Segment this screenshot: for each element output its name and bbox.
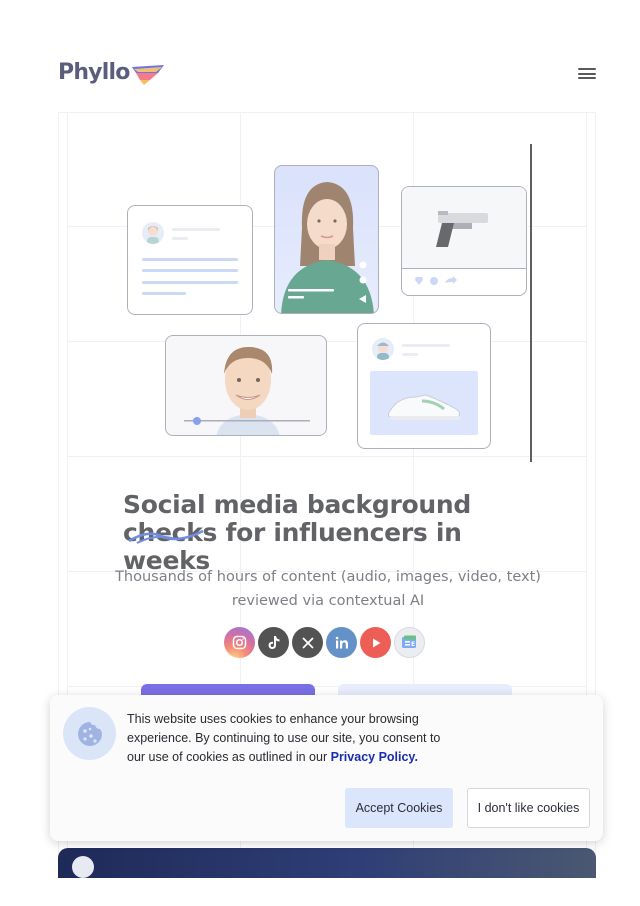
dark-section-preview xyxy=(58,848,596,878)
google-news-icon: E xyxy=(394,627,425,658)
text-post-card xyxy=(127,205,253,315)
decline-cookies-button[interactable]: I don't like cookies xyxy=(467,788,590,828)
avatar xyxy=(72,856,94,878)
woman-photo xyxy=(281,182,374,313)
hero-title: Social media background checks for influ… xyxy=(123,491,543,575)
man-video-card xyxy=(165,335,327,436)
phyllo-logo[interactable]: Phyllo xyxy=(58,60,164,85)
grid-line xyxy=(67,341,587,342)
accept-cookies-button[interactable]: Accept Cookies xyxy=(345,788,453,828)
page: Phyllo Social media background checks fo… xyxy=(0,0,640,906)
logo-text: Phyllo xyxy=(58,60,130,85)
product-post-card xyxy=(401,186,527,296)
logo-mark-icon xyxy=(131,64,164,85)
linkedin-icon xyxy=(326,627,357,658)
tiktok-icon xyxy=(258,627,289,658)
man-photo xyxy=(184,346,310,435)
privacy-policy-link[interactable]: Privacy Policy. xyxy=(331,750,418,764)
svg-text:E: E xyxy=(411,641,415,648)
cookie-icon xyxy=(63,707,116,760)
portrait-video-card xyxy=(274,165,379,314)
cookie-banner: This website uses cookies to enhance you… xyxy=(50,695,603,841)
hero-subtitle: Thousands of hours of content (audio, im… xyxy=(115,569,541,609)
shoe-post-card xyxy=(357,323,491,449)
social-platform-icons: E xyxy=(224,627,425,658)
title-line-1: Social media background xyxy=(123,490,471,519)
x-icon xyxy=(292,627,323,658)
vertical-divider xyxy=(530,144,532,462)
youtube-icon xyxy=(360,627,391,658)
avatar xyxy=(142,222,164,244)
grid-line xyxy=(67,456,587,457)
cookie-message: This website uses cookies to enhance you… xyxy=(127,712,441,764)
instagram-icon xyxy=(224,627,255,658)
avatar xyxy=(372,338,394,360)
hamburger-menu-icon[interactable] xyxy=(578,68,596,82)
struck-word: checks xyxy=(123,518,218,547)
